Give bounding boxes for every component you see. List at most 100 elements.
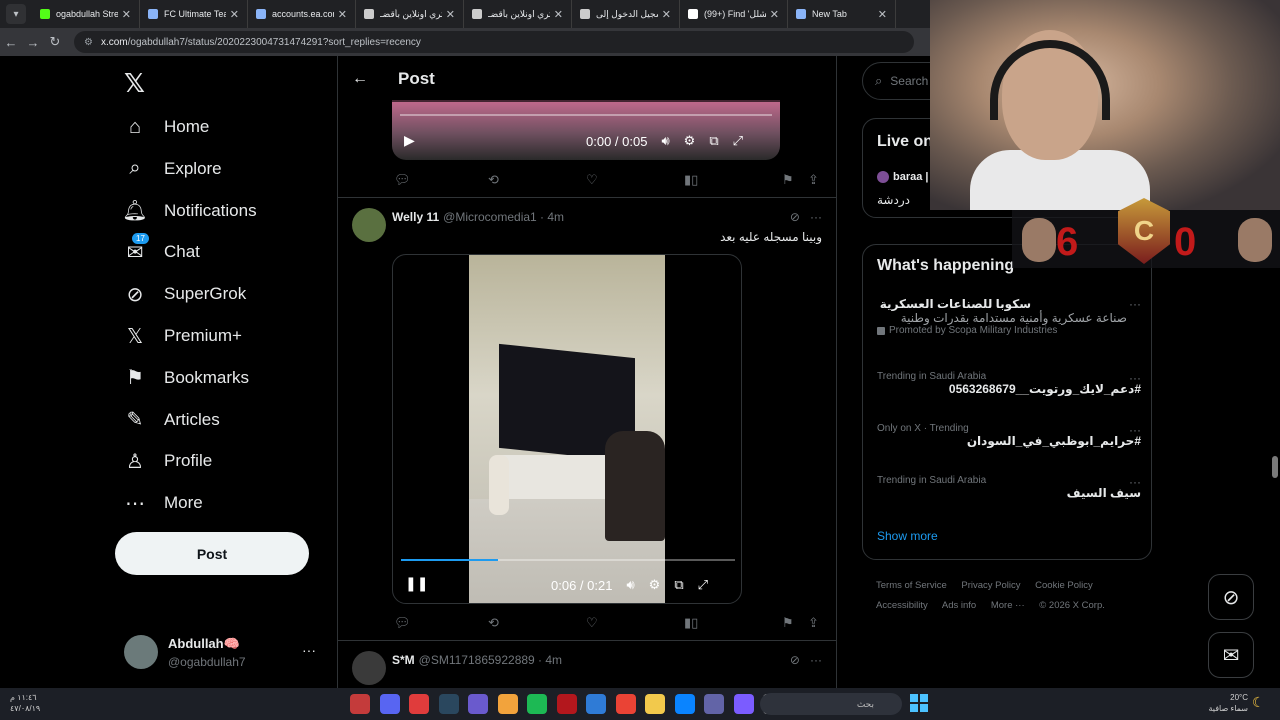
reply-author-name[interactable]: Welly 11 [392, 210, 439, 224]
trend-item[interactable]: ··· Only on X · Trending #حرايم_ابوظبي_ف… [877, 423, 1141, 448]
pause-icon[interactable]: ❚❚ [405, 575, 428, 592]
footer-link[interactable]: Privacy Policy [961, 580, 1020, 591]
footer-link[interactable]: Terms of Service [876, 580, 947, 591]
close-icon[interactable]: ✕ [446, 8, 455, 21]
nav-item-explore[interactable]: ⌕ Explore [122, 149, 221, 189]
reply-icon[interactable]: 💬︎ [394, 615, 411, 631]
url-field[interactable]: ⚙ x.com /ogabdullah7/status/202022300473… [74, 31, 914, 53]
reply-author-handle[interactable]: @Microcomedia1 · 4m [443, 210, 564, 224]
clock[interactable]: ١١:٤٦ م ٤٧/٠٨/١٩ [10, 692, 40, 714]
pip-icon[interactable]: ⧉ [709, 133, 718, 149]
browser-tab[interactable]: New Tab ✕ [788, 0, 896, 28]
taskbar-app-icon[interactable] [379, 694, 400, 714]
grok-icon[interactable]: ⊘ [790, 210, 800, 224]
reply-post[interactable]: S*M @SM1171865922889 · 4m ⊘ ··· [338, 641, 836, 688]
taskbar-app-icon[interactable] [350, 694, 370, 714]
grok-icon[interactable]: ⊘ [1208, 574, 1254, 620]
nav-item-supergrok[interactable]: ⊘ SuperGrok [122, 274, 247, 314]
browser-tab[interactable]: ogabdullah Stream ✕ [32, 0, 140, 28]
nav-item-home[interactable]: ⌂ Home [122, 107, 209, 147]
browser-tab[interactable]: accounts.ea.com ✕ [248, 0, 356, 28]
trend-item[interactable]: ··· Trending in Saudi Arabia سيف السيف [877, 475, 1141, 500]
taskbar-app-icon[interactable] [586, 694, 606, 714]
taskbar-app-icon[interactable] [704, 694, 724, 714]
video-player[interactable]: ▶ 0:00 / 0:05 🔊︎ ⚙ ⧉ ⤢ [392, 100, 780, 160]
footer-link[interactable]: Cookie Policy [1035, 580, 1093, 591]
reply-icon[interactable]: 💬︎ [394, 172, 411, 188]
more-dots-icon[interactable]: ··· [1129, 423, 1141, 437]
grok-icon[interactable]: ⊘ [790, 653, 800, 667]
mail-icon[interactable]: ✉ [1208, 632, 1254, 678]
trend-item[interactable]: ··· سكوبا للصناعات العسكرية صناعة عسكرية… [877, 297, 1141, 336]
taskbar-app-icon[interactable] [497, 694, 518, 714]
close-icon[interactable]: ✕ [878, 8, 887, 21]
like-icon[interactable]: ♡ [586, 615, 598, 631]
post-button[interactable]: Post [115, 532, 309, 575]
taskbar-search[interactable]: بحث [760, 693, 902, 715]
taskbar-app-icon[interactable] [645, 694, 665, 714]
nav-item-notifications[interactable]: 🔔︎ Notifications [122, 191, 256, 231]
footer-link[interactable]: More ··· [991, 600, 1025, 611]
nav-item-premium[interactable]: 𝕏 Premium+ [122, 316, 242, 356]
account-switcher[interactable]: Abdullah🧠 @ogabdullah7 ··· [124, 632, 324, 672]
taskbar-app-icon[interactable] [438, 694, 459, 714]
volume-icon[interactable]: 🔊︎ [661, 133, 669, 149]
settings-icon[interactable]: ⚙ [684, 133, 696, 149]
reply-author-handle[interactable]: @SM1171865922889 · 4m [419, 653, 562, 667]
volume-icon[interactable]: 🔊︎ [626, 577, 634, 593]
more-dots-icon[interactable]: ··· [810, 210, 822, 224]
scrollbar-thumb[interactable] [1272, 456, 1278, 478]
x-logo-icon[interactable]: 𝕏 [124, 68, 145, 99]
fullscreen-icon[interactable]: ⤢ [698, 577, 708, 593]
close-icon[interactable]: ✕ [230, 8, 239, 21]
more-dots-icon[interactable]: ··· [810, 653, 822, 667]
forward-arrow-icon[interactable]: → [22, 35, 44, 50]
nav-item-bookmarks[interactable]: ⚑ Bookmarks [122, 358, 249, 398]
nav-item-more[interactable]: ⋯ More [122, 483, 203, 523]
browser-tab[interactable]: اشتري اونلاين بأقضـ ✕ [356, 0, 464, 28]
browser-tab[interactable]: (99+) Find 'التشلل' ✕ [680, 0, 788, 28]
close-icon[interactable]: ✕ [662, 8, 671, 21]
more-dots-icon[interactable]: ··· [1129, 297, 1141, 311]
close-icon[interactable]: ✕ [122, 8, 131, 21]
views-icon[interactable]: ▮▯ [684, 615, 698, 631]
more-dots-icon[interactable]: ··· [1129, 475, 1141, 489]
reply-author-name[interactable]: S*M [392, 653, 415, 667]
taskbar-app-icon[interactable] [468, 694, 488, 714]
back-arrow-icon[interactable]: ← [338, 70, 382, 88]
avatar[interactable] [352, 208, 386, 242]
share-icon[interactable]: ⇪ [808, 615, 819, 631]
avatar[interactable] [352, 651, 386, 685]
share-icon[interactable]: ⇪ [808, 172, 819, 188]
video-progress-bar[interactable] [400, 114, 772, 116]
reply-post[interactable]: Welly 11 @Microcomedia1 · 4m ⊘ ··· وبينا… [338, 198, 836, 640]
views-icon[interactable]: ▮▯ [684, 172, 698, 188]
show-more-link[interactable]: Show more [877, 529, 938, 543]
tab-search-button[interactable]: ▾ [6, 4, 26, 24]
live-host[interactable]: baraa | [877, 171, 929, 183]
site-info-icon[interactable]: ⚙ [84, 37, 93, 48]
repost-icon[interactable]: ⟲ [488, 172, 499, 188]
taskbar-app-icon[interactable] [674, 694, 695, 714]
browser-tab[interactable]: اشتري اونلاين بأقضـ ✕ [464, 0, 572, 28]
pip-icon[interactable]: ⧉ [674, 577, 683, 593]
nav-item-articles[interactable]: ✎ Articles [122, 400, 220, 440]
close-icon[interactable]: ✕ [770, 8, 779, 21]
settings-icon[interactable]: ⚙ [649, 577, 661, 593]
close-icon[interactable]: ✕ [338, 8, 347, 21]
windows-start-icon[interactable] [910, 694, 928, 712]
reload-icon[interactable]: ↻ [44, 34, 66, 50]
more-dots-icon[interactable]: ··· [302, 642, 316, 658]
browser-tab[interactable]: FC Ultimate Team ✕ [140, 0, 248, 28]
close-icon[interactable]: ✕ [554, 8, 563, 21]
bookmark-icon[interactable]: ⚑ [782, 172, 794, 188]
taskbar-app-icon[interactable] [615, 694, 636, 714]
nav-item-profile[interactable]: ♙ Profile [122, 441, 212, 481]
nav-item-chat[interactable]: ✉ 17 Chat [122, 232, 200, 272]
back-arrow-icon[interactable]: ← [0, 35, 22, 50]
footer-link[interactable]: Ads info [942, 600, 976, 611]
weather-widget[interactable]: 20°C سماء صافية [1200, 692, 1248, 714]
play-icon[interactable]: ▶ [404, 132, 415, 149]
more-dots-icon[interactable]: ··· [1129, 371, 1141, 385]
taskbar-app-icon[interactable] [556, 694, 577, 714]
